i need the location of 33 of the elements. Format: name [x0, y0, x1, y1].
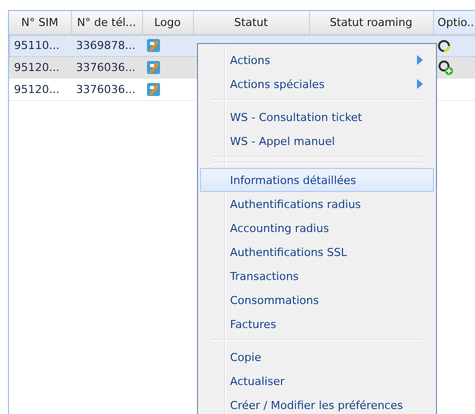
logo-icon — [147, 39, 160, 52]
menu-item[interactable]: WS - Consultation ticket — [200, 105, 434, 129]
column-header[interactable]: N° SIM — [9, 11, 71, 34]
table-cell: 95110... — [14, 39, 60, 52]
menu-item[interactable]: Factures — [200, 312, 434, 336]
menu-item[interactable]: WS - Appel manuel — [200, 129, 434, 153]
table-cell: 95120... — [14, 61, 60, 74]
table-cell: 95120... — [14, 83, 60, 96]
menu-item[interactable]: Transactions — [200, 264, 434, 288]
column-header[interactable]: Optio... — [433, 11, 475, 34]
column-header[interactable]: Statut roaming — [309, 11, 433, 34]
menu-item[interactable]: Authentifications radius — [200, 192, 434, 216]
logo-icon — [147, 61, 160, 74]
column-header[interactable]: Logo — [142, 11, 193, 34]
column-header[interactable]: Statut — [193, 11, 309, 34]
loading-icon[interactable] — [438, 38, 452, 52]
column-header[interactable]: N° de tél... — [71, 11, 142, 34]
table-cell: 3376036... — [76, 61, 136, 74]
menu-item[interactable]: Actions — [200, 48, 434, 72]
menu-item[interactable]: Authentifications SSL — [200, 240, 434, 264]
menu-item[interactable]: Informations détaillées — [200, 168, 434, 192]
menu-item[interactable]: Copie — [200, 345, 434, 369]
add-icon[interactable] — [438, 60, 453, 75]
table-cell: 3369878... — [76, 39, 136, 52]
logo-icon — [147, 83, 160, 96]
submenu-arrow-icon — [417, 79, 423, 89]
menu-item[interactable]: Consommations — [200, 288, 434, 312]
menu-item[interactable]: Actualiser — [200, 369, 434, 393]
table-cell: 3376036... — [76, 83, 136, 96]
menu-item[interactable]: Accounting radius — [200, 216, 434, 240]
submenu-arrow-icon — [417, 55, 423, 65]
menu-item[interactable]: Créer / Modifier les préférences — [200, 393, 434, 414]
menu-item[interactable]: Actions spéciales — [200, 72, 434, 96]
